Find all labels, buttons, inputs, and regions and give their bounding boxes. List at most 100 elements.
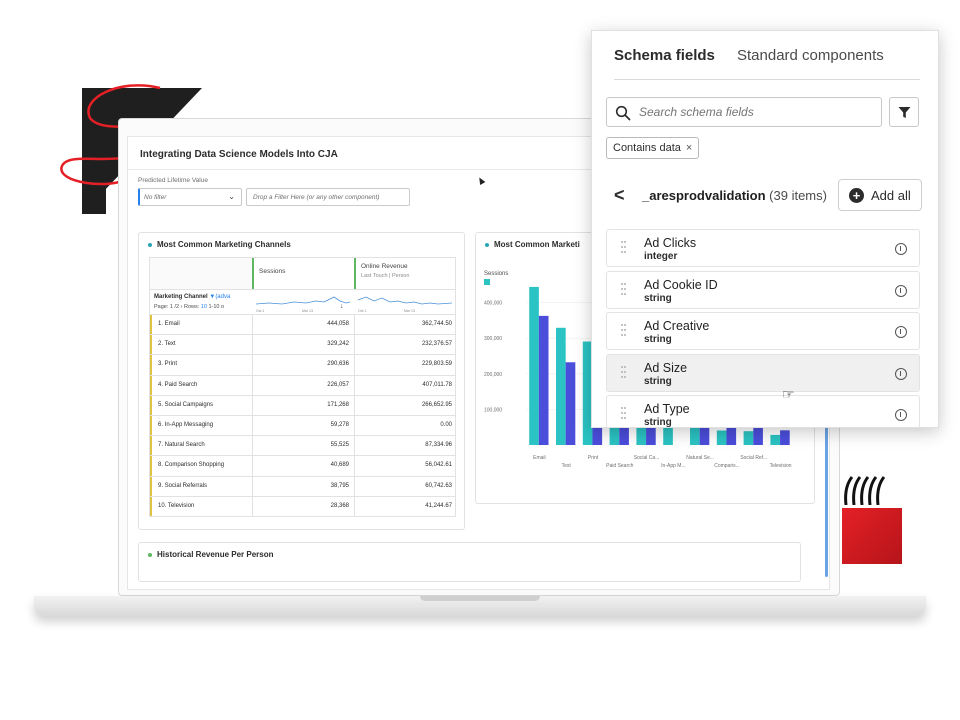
- svg-text:↓: ↓: [340, 303, 344, 310]
- table-subheader: Marketing Channel ▼(adva Page: 1 /2 › Ro…: [149, 289, 456, 315]
- info-icon[interactable]: [895, 243, 907, 255]
- page-info: Page: 1 /2: [154, 304, 180, 310]
- x-tick-label: Print: [588, 455, 599, 461]
- x-tick-label: Email: [533, 455, 546, 461]
- sessions-value: 55,525: [252, 436, 354, 456]
- field-type: string: [644, 334, 672, 345]
- panel-title: Historical Revenue Per Person: [148, 550, 274, 559]
- field-group-header: _aresprodvalidation (39 items): [642, 188, 827, 203]
- table-row[interactable]: 2. Text 329,242 232,376.57: [149, 335, 456, 356]
- table-panel: Most Common Marketing Channels Sessions …: [138, 232, 465, 530]
- drag-handle-icon[interactable]: [621, 407, 627, 423]
- schema-panel: Schema fields Standard components Contai…: [591, 30, 939, 428]
- table-row[interactable]: 9. Social Referrals 38,795 60,742.63: [149, 476, 457, 497]
- svg-text:Oct 1: Oct 1: [358, 309, 366, 313]
- bar: [556, 327, 566, 445]
- search-input[interactable]: [639, 102, 875, 122]
- header-revenue-label: Online Revenue: [361, 263, 408, 270]
- filter-value: No filter: [144, 194, 167, 201]
- bar: [716, 430, 727, 445]
- table-row[interactable]: 8. Comparison Shopping 40,689 56,042.61: [149, 456, 456, 477]
- filter-tag-label: Contains data: [613, 142, 681, 154]
- sessions-value: 226,057: [252, 375, 354, 395]
- revenue-value: 266,652.95: [354, 395, 457, 415]
- revenue-value: 60,742.63: [354, 476, 457, 496]
- header-revenue-sub: Last Touch | Person: [361, 273, 410, 279]
- table-row[interactable]: 5. Social Campaigns 171,268 266,652.95: [149, 395, 457, 416]
- panel-title-text: Historical Revenue Per Person: [157, 550, 274, 559]
- collapse-dot-icon[interactable]: [148, 553, 152, 557]
- row-label: 4. Paid Search: [150, 375, 252, 395]
- drag-handle-icon[interactable]: [621, 324, 627, 340]
- schema-field-item[interactable]: Ad Type string: [606, 395, 920, 428]
- header-revenue[interactable]: Online Revenue Last Touch | Person: [354, 258, 457, 290]
- row-label: 9. Social Referrals: [150, 476, 252, 496]
- y-tick-label: 100,000: [484, 407, 502, 413]
- close-icon[interactable]: ×: [686, 142, 692, 154]
- table-row[interactable]: 7. Natural Search 55,525 87,334.96: [149, 436, 456, 457]
- tab-schema-fields[interactable]: Schema fields: [614, 47, 715, 64]
- panel-title: Most Common Marketing Channels: [148, 240, 291, 249]
- back-chevron-icon[interactable]: <: [614, 185, 625, 206]
- table-row[interactable]: 4. Paid Search 226,057 407,011.78: [149, 375, 456, 396]
- sparkline-revenue: Oct 1 Mar 13: [357, 296, 453, 313]
- info-icon[interactable]: [895, 409, 907, 421]
- add-all-label: Add all: [871, 188, 911, 203]
- table-row[interactable]: 3. Print 290,636 229,803.59: [149, 355, 456, 376]
- field-name: Ad Cookie ID: [644, 277, 718, 292]
- add-all-button[interactable]: + Add all: [838, 179, 922, 211]
- field-name: Ad Type: [644, 402, 690, 416]
- x-tick-label: Paid Search: [606, 463, 633, 469]
- legend-swatch: [484, 279, 490, 285]
- table-row[interactable]: 6. In-App Messaging 59,278 0.00: [149, 415, 456, 437]
- schema-field-item[interactable]: Ad Clicks integer: [606, 229, 920, 267]
- x-tick-label: Television: [770, 463, 792, 469]
- collapse-dot-icon[interactable]: [148, 243, 152, 247]
- info-icon[interactable]: [895, 284, 907, 297]
- dimension-name[interactable]: Marketing Channel ▼(adva: [154, 294, 230, 300]
- schema-field-item[interactable]: Ad Creative string: [606, 312, 920, 350]
- field-type: string: [644, 417, 672, 428]
- row-label: 1. Email: [150, 315, 252, 335]
- table-row[interactable]: 10. Television 28,368 41,244.67: [149, 496, 457, 517]
- x-tick-label: Comparis...: [714, 463, 740, 469]
- mouse-pointer-icon: [476, 175, 486, 186]
- schema-field-item[interactable]: Ad Cookie ID string: [606, 270, 920, 309]
- range-label: 1-10 o: [208, 304, 225, 310]
- bar: [743, 431, 754, 445]
- info-icon[interactable]: [895, 367, 907, 380]
- project-title: Integrating Data Science Models Into CJA: [140, 149, 338, 160]
- sessions-value: 59,278: [252, 415, 354, 436]
- table-body: 1. Email 444,058 362,744.50 2. Text 329,242 2…: [149, 315, 456, 517]
- y-tick-label: 200,000: [484, 372, 502, 378]
- table-row[interactable]: 1. Email 444,058 362,744.50: [149, 315, 456, 336]
- tab-standard-components[interactable]: Standard components: [737, 47, 884, 64]
- svg-text:Oct 1: Oct 1: [256, 309, 264, 313]
- next-page-icon[interactable]: ›: [181, 304, 183, 310]
- x-tick-label: Natural Se...: [686, 455, 714, 461]
- legend-label: Sessions: [484, 271, 508, 277]
- drag-handle-icon[interactable]: [621, 241, 627, 257]
- info-icon[interactable]: [895, 326, 907, 338]
- header-sessions[interactable]: Sessions: [252, 258, 354, 290]
- bar: [538, 315, 549, 445]
- filter-tag[interactable]: Contains data ×: [606, 137, 700, 159]
- filter-dropdown[interactable]: No filter ⌄: [138, 188, 242, 206]
- rows-per-page[interactable]: 10: [201, 304, 207, 310]
- filter-button[interactable]: [889, 97, 919, 127]
- advanced-filter-link[interactable]: (adva: [215, 294, 230, 300]
- x-tick-label: Social Ref...: [740, 455, 767, 461]
- filter-drop-zone[interactable]: Drop a Filter Here (or any other compone…: [246, 188, 410, 206]
- field-group-count: (39 items): [769, 188, 827, 203]
- drag-handle-icon[interactable]: [621, 282, 627, 299]
- row-label: 3. Print: [150, 355, 252, 375]
- schema-field-item[interactable]: Ad Size string: [606, 353, 920, 392]
- drag-handle-icon[interactable]: [621, 365, 627, 382]
- bar: [726, 425, 737, 445]
- freeform-table: Sessions Online Revenue Last Touch | Per…: [149, 257, 456, 517]
- row-label: 2. Text: [150, 335, 252, 355]
- revenue-value: 41,244.67: [354, 496, 457, 516]
- row-label: 5. Social Campaigns: [150, 395, 252, 415]
- chevron-down-icon: ⌄: [228, 192, 235, 201]
- y-tick-label: 300,000: [484, 336, 502, 342]
